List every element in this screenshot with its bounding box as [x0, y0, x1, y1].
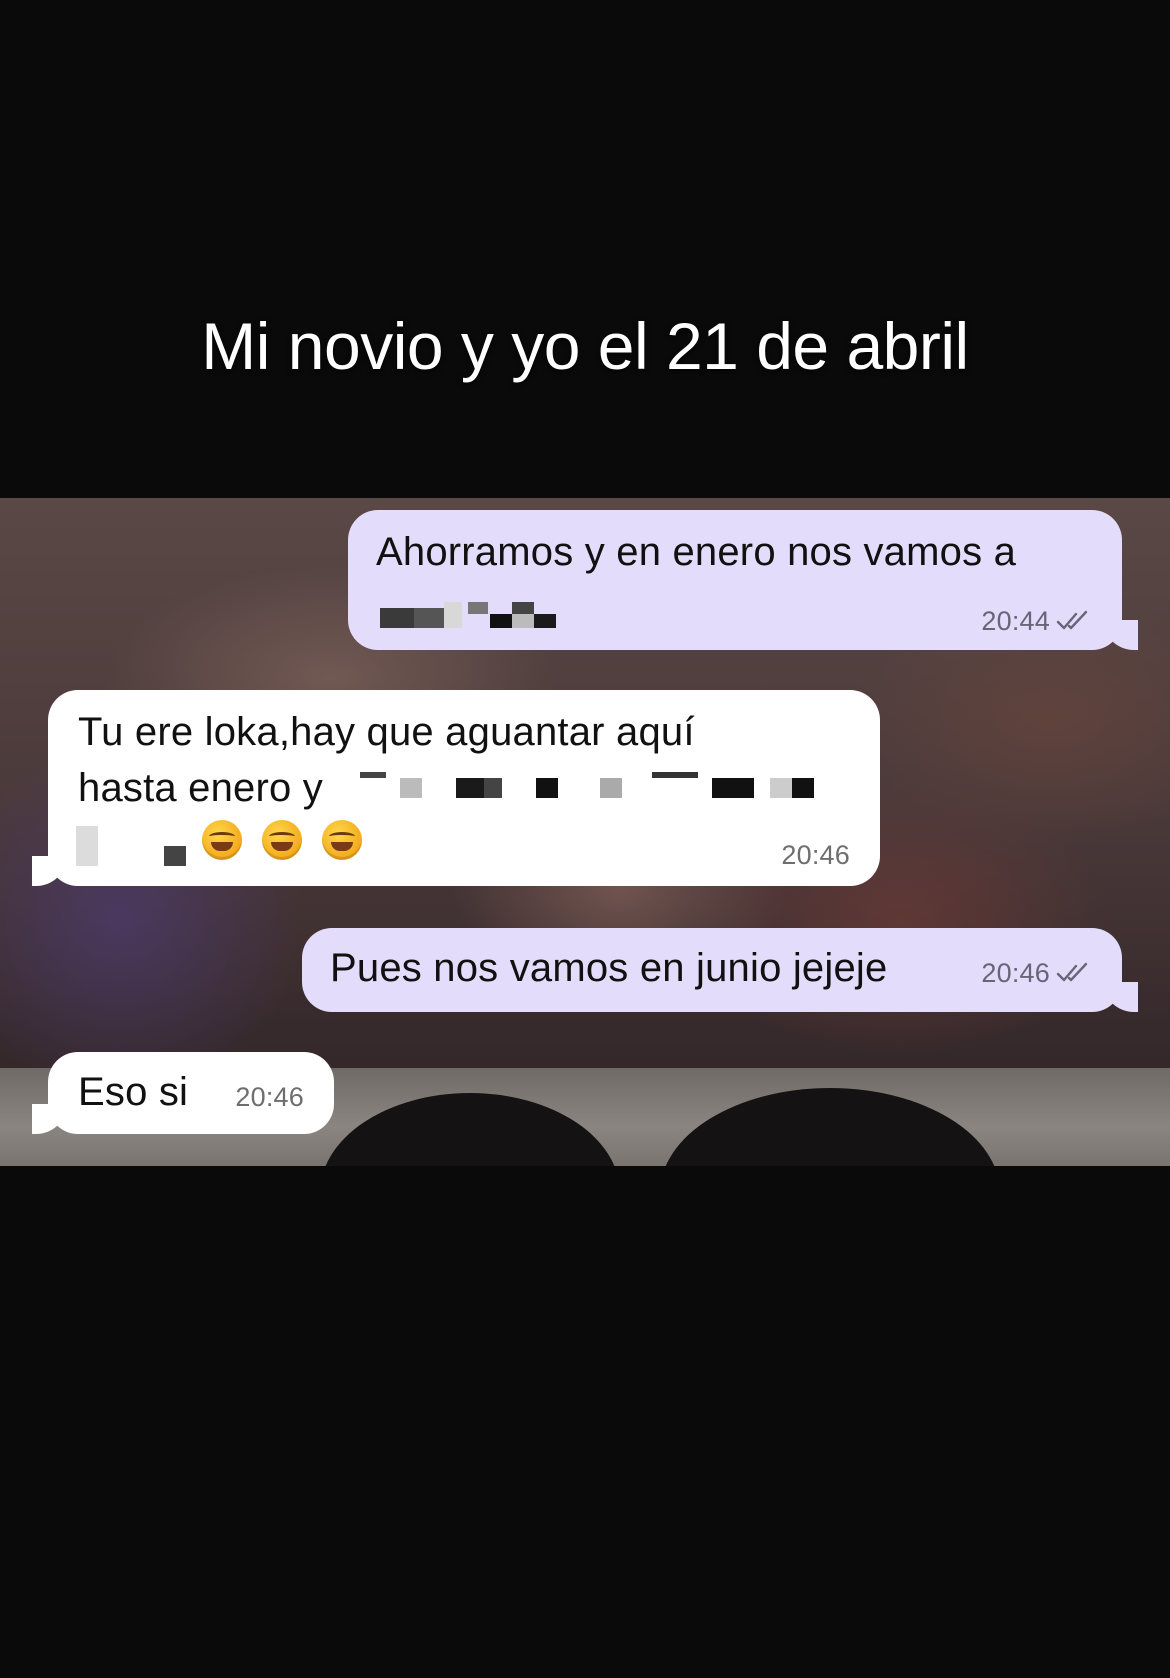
chat-screenshot: Ahorramos y en enero nos vamos a 20:44 T… — [0, 498, 1170, 1166]
message-bubble-outgoing[interactable]: Ahorramos y en enero nos vamos a 20:44 — [348, 510, 1138, 650]
message-bubble-incoming[interactable]: Tu ere loka,hay que aguantar aquí hasta … — [32, 690, 880, 886]
message-time: 20:46 — [781, 840, 850, 870]
message-text: hasta enero y — [78, 766, 323, 810]
double-check-icon — [1056, 962, 1088, 982]
laughing-emoji-icon — [322, 820, 362, 860]
message-meta: 20:46 — [781, 840, 850, 870]
censored-text — [76, 826, 196, 866]
bubble-tail — [1104, 620, 1138, 650]
message-text: Ahorramos y en enero nos vamos a — [376, 530, 1017, 574]
laughing-emoji-icon — [202, 820, 242, 860]
message-text: Pues nos vamos en junio jejeje — [330, 946, 888, 990]
message-time: 20:46 — [981, 958, 1050, 988]
message-text: Eso si — [78, 1070, 189, 1114]
laughing-emoji-icon — [262, 820, 302, 860]
double-check-icon — [1056, 610, 1088, 630]
bubble-tail — [1104, 982, 1138, 1012]
message-meta: 20:46 — [235, 1082, 304, 1112]
censored-text — [380, 602, 560, 628]
message-time: 20:44 — [981, 606, 1050, 636]
message-bubble-outgoing[interactable]: Pues nos vamos en junio jejeje 20:46 — [302, 928, 1138, 1012]
message-text: Tu ere loka,hay que aguantar aquí — [78, 710, 695, 754]
message-meta: 20:44 — [981, 606, 1092, 636]
message-bubble-incoming[interactable]: Eso si 20:46 — [32, 1052, 334, 1134]
bubble-tail — [32, 856, 66, 886]
video-caption: Mi novio y yo el 21 de abril — [201, 309, 969, 383]
censored-text — [360, 772, 880, 798]
message-meta: 20:46 — [981, 958, 1092, 988]
message-time: 20:46 — [235, 1082, 304, 1112]
